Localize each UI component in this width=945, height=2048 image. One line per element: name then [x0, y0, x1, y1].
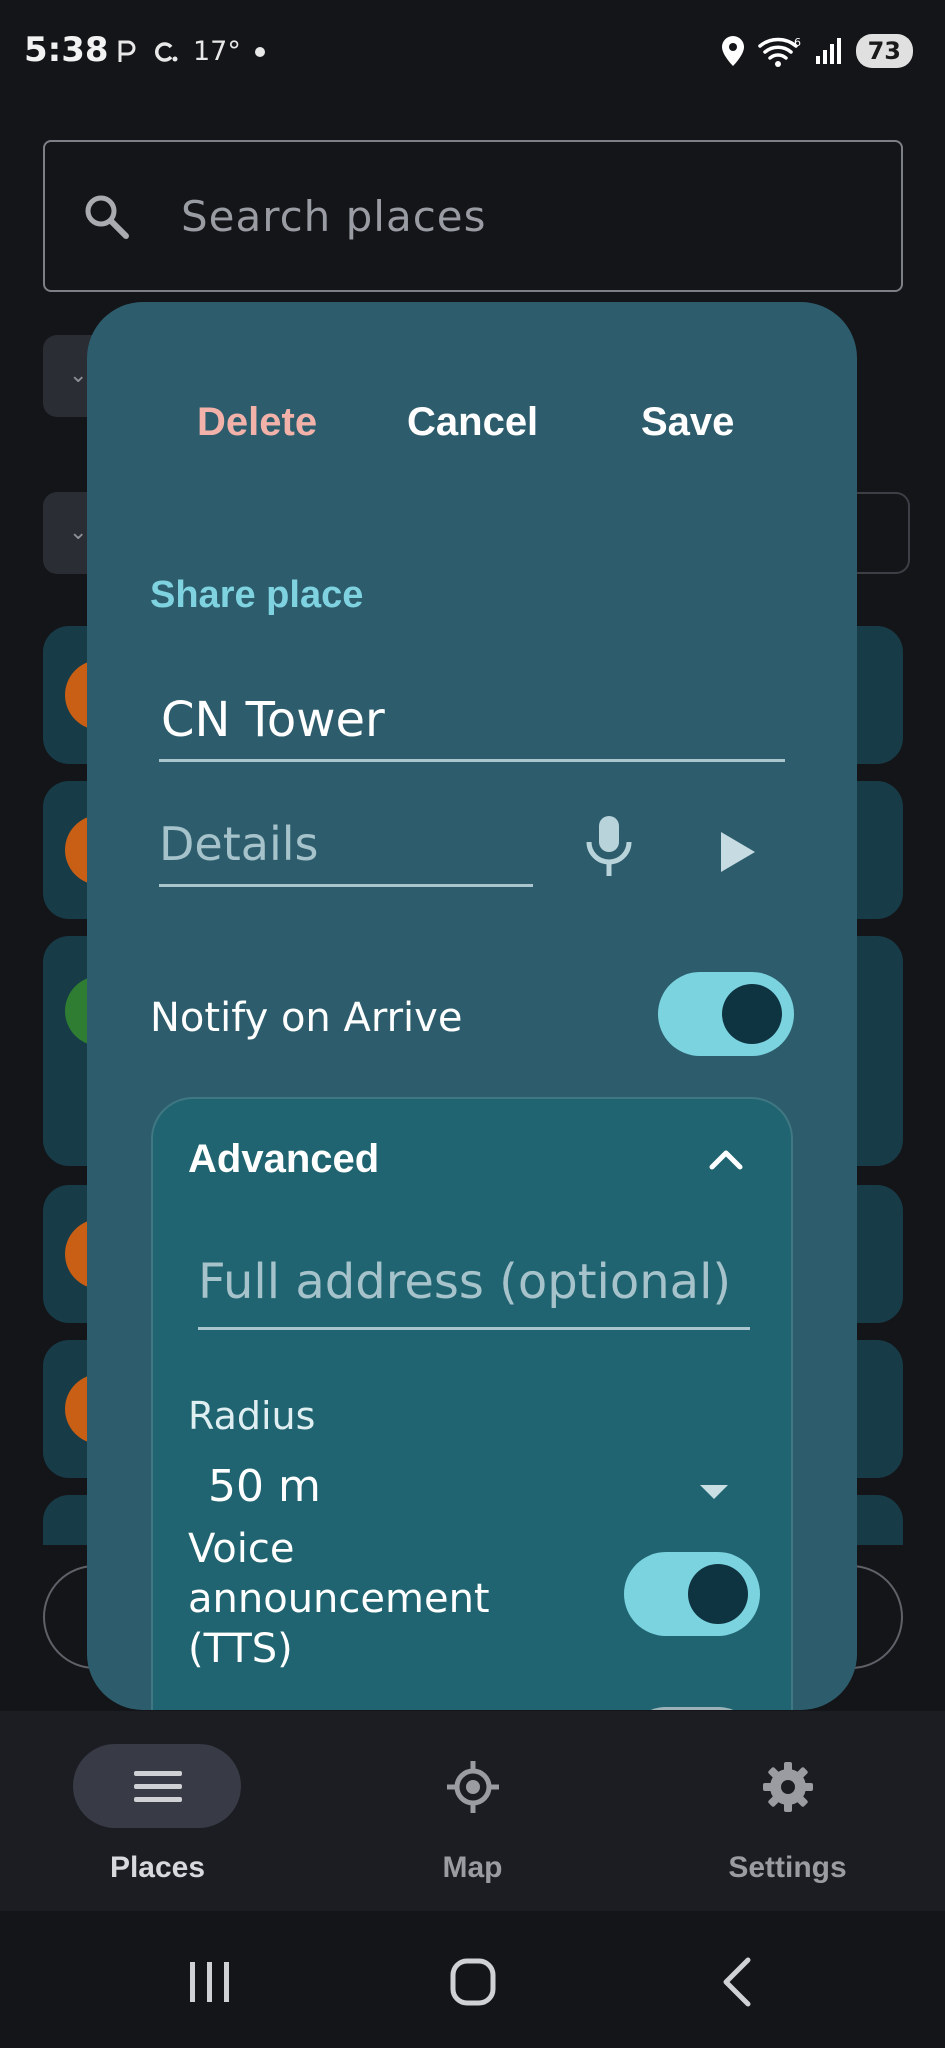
home-icon[interactable]	[443, 1956, 503, 2008]
system-navigation-bar	[0, 1911, 945, 2048]
caret-down-icon	[700, 1485, 728, 1499]
cancel-button[interactable]: Cancel	[407, 400, 538, 445]
menu-icon	[133, 1771, 182, 1802]
toggle-knob	[688, 1564, 748, 1624]
delete-button[interactable]: Delete	[197, 400, 317, 445]
signal-icon	[815, 38, 841, 64]
edit-place-dialog: Delete Cancel Save Share place CN Tower …	[87, 302, 857, 1710]
voice-announcement-toggle[interactable]	[624, 1552, 760, 1636]
nav-label: Places	[109, 1851, 206, 1884]
play-icon[interactable]	[717, 830, 757, 874]
place-name-value: CN Tower	[161, 692, 385, 748]
weather-icon	[155, 41, 178, 62]
back-icon[interactable]	[710, 1956, 770, 2008]
advanced-title[interactable]: Advanced	[188, 1137, 379, 1182]
nav-label: Settings	[728, 1851, 847, 1884]
nav-item-map[interactable]: Map	[315, 1711, 630, 1911]
dialog-actions: Delete Cancel Save	[87, 400, 857, 460]
crosshair-icon	[446, 1761, 499, 1813]
radius-dropdown[interactable]: 50 m	[208, 1461, 738, 1525]
chevron-up-icon[interactable]	[706, 1139, 746, 1179]
status-temperature: 17°	[193, 36, 241, 67]
location-icon	[721, 36, 744, 66]
notify-on-arrive-label: Notify on Arrive	[150, 995, 463, 1041]
search-icon	[85, 195, 129, 239]
microphone-icon[interactable]	[583, 814, 635, 878]
share-place-link[interactable]: Share place	[150, 574, 363, 617]
toggle-knob	[722, 984, 782, 1044]
partially-visible-toggle[interactable]	[624, 1707, 760, 1710]
full-address-placeholder: Full address (optional)	[198, 1254, 732, 1310]
status-left-icons: 17°	[115, 36, 265, 67]
advanced-section: Advanced Full address (optional) Radius …	[151, 1097, 793, 1710]
details-placeholder: Details	[159, 817, 319, 871]
battery-indicator: 73	[855, 34, 913, 68]
full-address-field[interactable]: Full address (optional)	[198, 1254, 750, 1330]
notify-on-arrive-toggle[interactable]	[658, 972, 794, 1056]
radius-value: 50 m	[208, 1461, 321, 1512]
status-bar: 5:38 17° 6 73	[0, 0, 945, 108]
recent-apps-icon[interactable]	[180, 1956, 240, 2008]
wifi-icon: 6	[757, 36, 801, 67]
details-field[interactable]: Details	[159, 817, 533, 887]
voice-announcement-label: Voice announcement (TTS)	[188, 1526, 490, 1672]
bottom-navigation: Places Map Settings	[0, 1711, 945, 1911]
search-placeholder: Search places	[181, 191, 487, 241]
radius-label: Radius	[188, 1394, 316, 1438]
status-time: 5:38	[24, 30, 109, 70]
parking-icon	[118, 40, 136, 62]
chevron-down-icon: ⌄	[69, 520, 88, 545]
search-input[interactable]: Search places	[43, 140, 903, 292]
save-button[interactable]: Save	[641, 400, 734, 445]
status-right-icons: 6 73	[720, 34, 913, 68]
gear-icon	[762, 1762, 813, 1812]
place-name-field[interactable]: CN Tower	[159, 692, 785, 762]
nav-item-places[interactable]: Places	[0, 1711, 315, 1911]
chevron-down-icon: ⌄	[69, 363, 88, 388]
notification-dot-icon	[254, 46, 265, 57]
nav-label: Map	[442, 1851, 503, 1884]
nav-item-settings[interactable]: Settings	[630, 1711, 945, 1911]
svg-text:6: 6	[794, 36, 801, 49]
